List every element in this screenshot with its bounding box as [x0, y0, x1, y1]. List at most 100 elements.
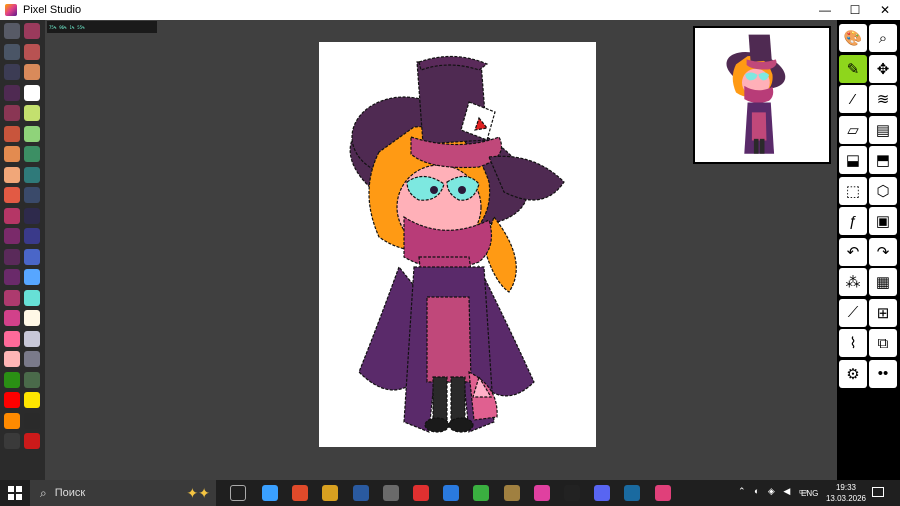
palette-swatch[interactable] [4, 289, 20, 306]
palette-swatch[interactable] [24, 125, 40, 142]
taskbar-app-icon[interactable] [533, 485, 550, 501]
taskbar-app-icon[interactable] [654, 485, 671, 501]
taskbar-clock[interactable]: 19:33 13.03.2026 [826, 482, 866, 504]
move-icon[interactable]: ✥ [869, 54, 897, 83]
ram-readout: 1% [69, 24, 75, 30]
layers-icon[interactable]: ≋ [869, 85, 897, 113]
grid-icon[interactable]: ⊞ [869, 298, 897, 327]
palette-swatch[interactable] [24, 23, 40, 39]
palette-swatch[interactable] [4, 166, 20, 183]
windows-start-icon[interactable] [7, 485, 23, 501]
taskbar-app-icon[interactable] [262, 485, 278, 501]
taskbar-app-icon[interactable] [503, 485, 520, 501]
paint-brush-icon[interactable]: ⌇ [839, 329, 867, 357]
palette-swatch[interactable] [4, 125, 20, 142]
image-icon[interactable]: ▣ [869, 207, 897, 235]
search-icon: ⌕ [40, 485, 47, 500]
palette-swatch[interactable] [24, 43, 40, 60]
taskbar-app-icon[interactable] [473, 485, 490, 501]
settings-icon[interactable]: ⚙ [839, 359, 867, 388]
canvas-preview[interactable] [693, 26, 831, 164]
palette-swatch[interactable] [4, 43, 20, 60]
palette-swatch[interactable] [4, 146, 20, 162]
taskbar-app-icon[interactable] [352, 485, 369, 501]
magic-wand-icon[interactable]: ⁂ [839, 268, 867, 296]
palette-swatch[interactable] [4, 330, 20, 347]
notification-icon[interactable] [872, 487, 884, 497]
zoom-icon[interactable]: ⌕ [869, 24, 897, 52]
taskbar-search[interactable]: ⌕ Поиск ✦✦ [30, 480, 216, 506]
palette-swatch[interactable] [4, 371, 20, 388]
dither-icon[interactable]: ▦ [869, 268, 897, 296]
palette-swatch[interactable] [24, 289, 40, 306]
taskbar-app-icon[interactable] [322, 485, 339, 501]
taskbar-app-icon[interactable] [624, 485, 641, 501]
palette-swatch[interactable] [24, 330, 40, 347]
frames-icon[interactable]: ▤ [869, 115, 897, 144]
language-indicator[interactable]: ENG [801, 489, 818, 498]
taskbar-app-icon[interactable] [564, 485, 580, 501]
palette-swatch[interactable] [4, 187, 20, 203]
palette-swatch[interactable] [4, 392, 20, 408]
drawing-canvas[interactable] [319, 42, 596, 447]
palette-swatch[interactable] [4, 207, 20, 224]
palette-swatch[interactable] [4, 433, 20, 449]
palette-swatch[interactable] [24, 433, 40, 449]
close-button[interactable]: ✕ [870, 0, 900, 20]
taskbar-app-icon[interactable] [413, 485, 429, 501]
shading-icon[interactable]: ⬒ [869, 146, 897, 174]
palette-swatch[interactable] [24, 371, 40, 388]
preview-artwork [726, 34, 786, 154]
search-label: Поиск [54, 487, 86, 499]
taskbar-app-icon[interactable] [594, 485, 611, 501]
redo-icon[interactable]: ↷ [869, 237, 897, 266]
gpu-readout: 96% [59, 24, 67, 30]
palette-swatch[interactable] [4, 105, 20, 121]
palette-swatch[interactable] [4, 412, 20, 429]
task-view-icon[interactable] [230, 485, 246, 501]
palette-swatch[interactable] [24, 269, 40, 285]
maximize-button[interactable]: ☐ [840, 0, 870, 20]
palette-swatch[interactable] [4, 310, 20, 326]
taskbar-app-icon[interactable] [443, 485, 460, 501]
windows-icon[interactable]: ⧉ [869, 329, 897, 357]
palette-swatch[interactable] [24, 228, 40, 244]
palette-icon[interactable]: 🎨 [839, 24, 867, 52]
pencil-icon[interactable]: ✎ [839, 54, 867, 83]
palette-swatch[interactable] [24, 166, 40, 183]
palette-swatch[interactable] [24, 248, 40, 265]
palette-swatch[interactable] [24, 310, 40, 326]
palette-swatch[interactable] [4, 248, 20, 265]
tray-chevron-icon[interactable]: ⌃ [738, 486, 746, 497]
palette-swatch[interactable] [4, 351, 20, 367]
fill-icon[interactable]: ⬓ [839, 146, 867, 174]
more-icon[interactable]: •• [869, 359, 897, 388]
palette-swatch[interactable] [24, 105, 40, 121]
palette-swatch[interactable] [24, 392, 40, 408]
palette-swatch[interactable] [4, 84, 20, 101]
eyedropper-icon[interactable]: ⁄ [839, 85, 867, 113]
selection-icon[interactable]: ⬚ [839, 176, 867, 205]
palette-swatch[interactable] [4, 269, 20, 285]
palette-swatch[interactable] [24, 207, 40, 224]
palette-swatch[interactable] [4, 64, 20, 80]
minimize-button[interactable]: — [810, 0, 840, 20]
palette-swatch[interactable] [24, 84, 40, 101]
performance-overlay: 75% 96% 1% 55% [47, 21, 157, 33]
palette-swatch[interactable] [24, 146, 40, 162]
palette-swatch[interactable] [4, 228, 20, 244]
effects-icon[interactable]: ƒ [839, 207, 867, 235]
taskbar-app-icon[interactable] [292, 485, 309, 501]
eraser-icon[interactable]: ▱ [839, 115, 867, 144]
palette-swatch[interactable] [24, 412, 40, 429]
palette-swatch[interactable] [24, 187, 40, 203]
palette-swatch[interactable] [4, 23, 20, 39]
palette-swatch[interactable] [24, 351, 40, 367]
taskbar-app-icon[interactable] [382, 485, 399, 501]
undo-icon[interactable]: ↶ [839, 237, 867, 266]
shape-icon[interactable]: ⬡ [869, 176, 897, 205]
title-bar: Pixel Studio — ☐ ✕ [0, 0, 900, 20]
clock-time: 19:33 [835, 483, 856, 492]
brush-icon[interactable]: ⟋ [839, 298, 867, 327]
palette-swatch[interactable] [24, 64, 40, 80]
